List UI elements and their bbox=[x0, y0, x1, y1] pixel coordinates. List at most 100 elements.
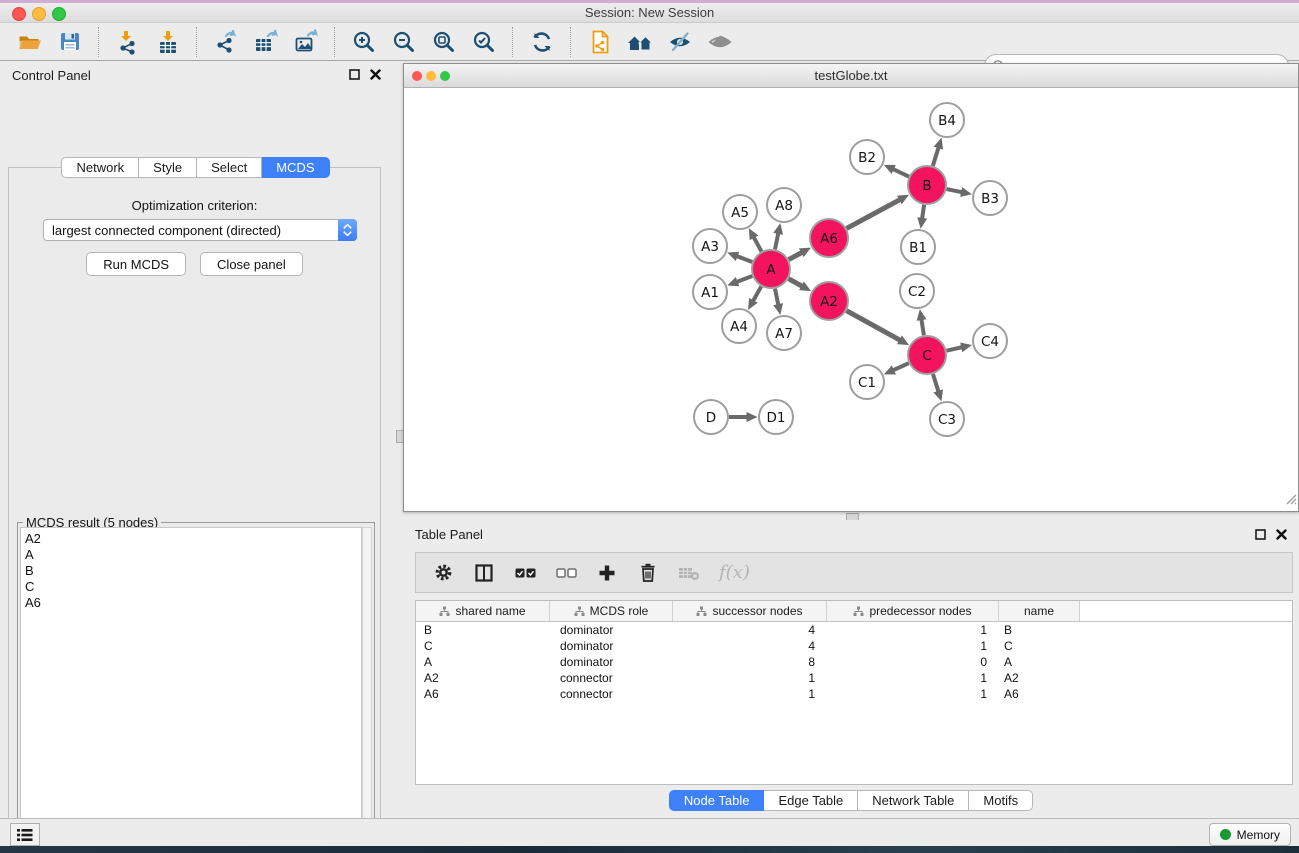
mcds-result-scrollbar[interactable] bbox=[362, 527, 372, 853]
edge-B-B4[interactable] bbox=[933, 147, 939, 166]
tab-network-table[interactable]: Network Table bbox=[858, 790, 969, 811]
zoom-fit-button[interactable] bbox=[429, 27, 459, 57]
node-C2[interactable]: C2 bbox=[900, 274, 934, 308]
optimization-criterion-select[interactable]: largest connected component (directed) bbox=[43, 219, 357, 241]
node-A5[interactable]: A5 bbox=[723, 195, 757, 229]
edge-B-B2[interactable] bbox=[892, 169, 909, 177]
edge-B-B3[interactable] bbox=[947, 189, 963, 192]
node-A2[interactable]: A2 bbox=[810, 282, 848, 320]
column-header-successor-nodes[interactable]: successor nodes bbox=[673, 601, 827, 621]
save-session-button[interactable] bbox=[55, 27, 85, 57]
mcds-result-item[interactable]: A6 bbox=[25, 595, 361, 611]
edge-A2-C[interactable] bbox=[847, 311, 901, 341]
node-A4[interactable]: A4 bbox=[722, 309, 756, 343]
zoom-selected-button[interactable] bbox=[469, 27, 499, 57]
column-header-MCDS-role[interactable]: MCDS role bbox=[550, 601, 673, 621]
memory-button[interactable]: Memory bbox=[1209, 823, 1291, 846]
mcds-result-item[interactable]: A bbox=[25, 547, 361, 563]
deselect-all-button[interactable] bbox=[555, 562, 577, 584]
table-row[interactable]: Cdominator41C bbox=[416, 638, 1292, 654]
network-file-button[interactable] bbox=[585, 27, 615, 57]
edge-C-C4[interactable] bbox=[947, 347, 963, 351]
column-header-name[interactable]: name bbox=[999, 601, 1080, 621]
show-selected-button[interactable] bbox=[705, 27, 735, 57]
edge-A6-B[interactable] bbox=[847, 199, 901, 228]
mcds-result-item[interactable]: A2 bbox=[25, 531, 361, 547]
node-C[interactable]: C bbox=[908, 336, 946, 374]
run-mcds-button[interactable]: Run MCDS bbox=[86, 252, 186, 276]
node-B[interactable]: B bbox=[908, 166, 946, 204]
edge-C-C2[interactable] bbox=[921, 319, 924, 336]
node-A8[interactable]: A8 bbox=[767, 188, 801, 222]
mcds-result-item[interactable]: B bbox=[25, 563, 361, 579]
open-session-button[interactable] bbox=[15, 27, 45, 57]
column-header-shared-name[interactable]: shared name bbox=[416, 601, 550, 621]
tab-edge-table[interactable]: Edge Table bbox=[764, 790, 858, 811]
edge-B-B1[interactable] bbox=[922, 205, 924, 219]
edge-A-A8[interactable] bbox=[775, 232, 778, 249]
tab-style[interactable]: Style bbox=[139, 157, 197, 178]
edge-A-A1[interactable] bbox=[736, 276, 752, 282]
float-table-panel-button[interactable] bbox=[1254, 528, 1267, 541]
edge-A-A4[interactable] bbox=[753, 286, 762, 301]
node-A3[interactable]: A3 bbox=[693, 229, 727, 263]
node-A6[interactable]: A6 bbox=[810, 219, 848, 257]
home-button[interactable] bbox=[625, 27, 655, 57]
node-C3[interactable]: C3 bbox=[930, 402, 964, 436]
tab-network[interactable]: Network bbox=[61, 157, 139, 178]
show-columns-button[interactable] bbox=[473, 562, 495, 584]
select-all-button[interactable] bbox=[514, 562, 536, 584]
node-B1[interactable]: B1 bbox=[901, 230, 935, 264]
node-D[interactable]: D bbox=[694, 400, 728, 434]
cell-predecessor-nodes: 0 bbox=[827, 655, 999, 669]
resize-grip[interactable] bbox=[1284, 492, 1297, 510]
zoom-in-button[interactable] bbox=[349, 27, 379, 57]
node-B3[interactable]: B3 bbox=[973, 181, 1007, 215]
import-table-button[interactable] bbox=[153, 27, 183, 57]
edge-A-A2[interactable] bbox=[789, 279, 803, 287]
node-B4[interactable]: B4 bbox=[930, 103, 964, 137]
node-A7[interactable]: A7 bbox=[767, 316, 801, 350]
export-image-button[interactable] bbox=[291, 27, 321, 57]
float-panel-button[interactable] bbox=[348, 68, 361, 81]
table-row[interactable]: Bdominator41B bbox=[416, 622, 1292, 638]
edge-A-A5[interactable] bbox=[753, 237, 761, 252]
table-row[interactable]: A6connector11A6 bbox=[416, 686, 1292, 702]
table-row[interactable]: Adominator80A bbox=[416, 654, 1292, 670]
tab-node-table[interactable]: Node Table bbox=[669, 790, 765, 811]
refresh-layout-button[interactable] bbox=[527, 27, 557, 57]
node-C1[interactable]: C1 bbox=[850, 365, 884, 399]
zoom-out-button[interactable] bbox=[389, 27, 419, 57]
edge-A-A6[interactable] bbox=[789, 252, 803, 259]
edge-C-C1[interactable] bbox=[893, 363, 909, 370]
edge-C-C3[interactable] bbox=[933, 374, 939, 392]
mcds-result-item[interactable]: C bbox=[25, 579, 361, 595]
export-network-button[interactable] bbox=[211, 27, 241, 57]
close-panel-button[interactable] bbox=[369, 68, 382, 81]
cell-successor-nodes: 4 bbox=[673, 639, 827, 653]
tab-motifs[interactable]: Motifs bbox=[969, 790, 1033, 811]
edge-A-A7[interactable] bbox=[775, 289, 778, 306]
table-settings-button[interactable] bbox=[432, 562, 454, 584]
import-network-button[interactable] bbox=[113, 27, 143, 57]
tab-select[interactable]: Select bbox=[197, 157, 262, 178]
node-C4[interactable]: C4 bbox=[973, 324, 1007, 358]
node-A[interactable]: A bbox=[752, 250, 790, 288]
delete-column-button[interactable] bbox=[637, 562, 659, 584]
node-D1[interactable]: D1 bbox=[759, 400, 793, 434]
task-history-button[interactable] bbox=[10, 823, 40, 846]
hide-selected-button[interactable] bbox=[665, 27, 695, 57]
edge-A-A3[interactable] bbox=[736, 256, 752, 262]
tab-mcds[interactable]: MCDS bbox=[262, 157, 329, 178]
close-panel-button-mcds[interactable]: Close panel bbox=[200, 252, 303, 276]
close-table-panel-button[interactable] bbox=[1275, 528, 1288, 541]
add-column-button[interactable] bbox=[596, 562, 618, 584]
node-B2[interactable]: B2 bbox=[850, 140, 884, 174]
node-A1[interactable]: A1 bbox=[693, 275, 727, 309]
table-row[interactable]: A2connector11A2 bbox=[416, 670, 1292, 686]
network-canvas[interactable]: B4 B2 B B3 A8 A5 A6 A3 B1 A C2 A1 A2 A4 A7 C4 C C1 D D1 C3 bbox=[404, 88, 1298, 511]
export-table-button[interactable] bbox=[251, 27, 281, 57]
columns-icon bbox=[475, 564, 493, 582]
column-header-predecessor-nodes[interactable]: predecessor nodes bbox=[827, 601, 999, 621]
control-panel-title: Control Panel bbox=[12, 68, 91, 83]
